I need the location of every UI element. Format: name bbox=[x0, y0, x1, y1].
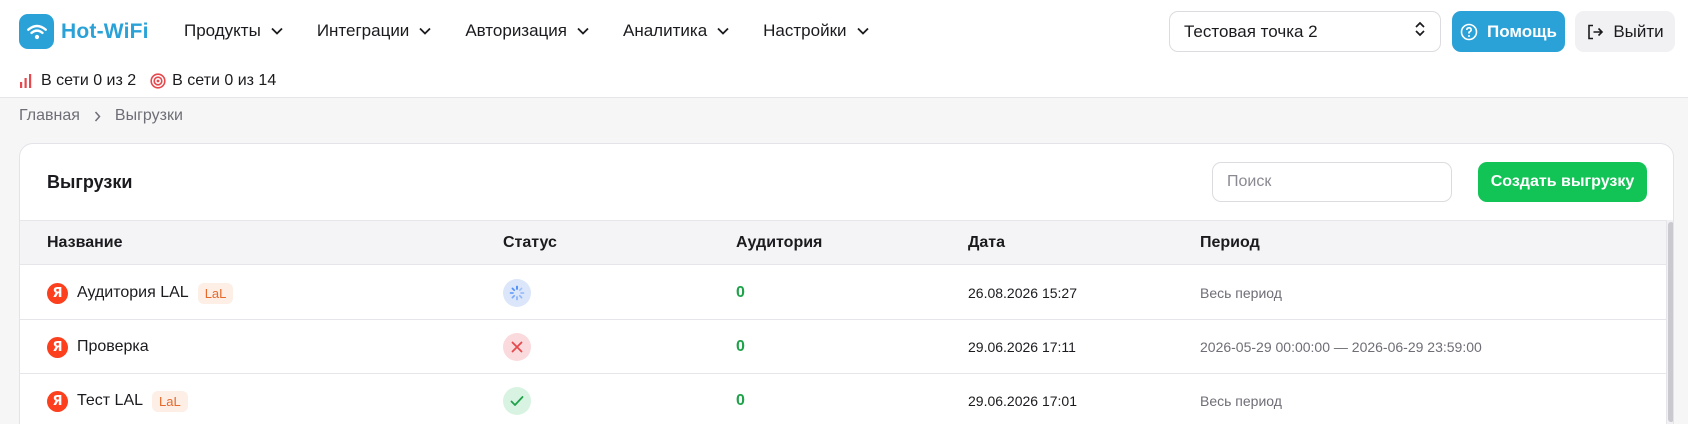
cross-icon bbox=[503, 333, 531, 361]
nav-analytics[interactable]: Аналитика bbox=[623, 21, 729, 41]
exports-card: Выгрузки Создать выгрузку Название Стату… bbox=[19, 143, 1674, 424]
table-row[interactable]: Я Проверка 0 29.06.2026 17:11 2026-05-29… bbox=[20, 320, 1666, 374]
row-audience: 0 bbox=[736, 338, 745, 355]
breadcrumb-home[interactable]: Главная bbox=[19, 107, 80, 125]
column-date[interactable]: Дата bbox=[968, 234, 1005, 252]
nav-products[interactable]: Продукты bbox=[184, 21, 283, 41]
page-title: Выгрузки bbox=[47, 172, 133, 192]
table-row[interactable]: Я Тест LAL LaL 0 29.06.2026 17:01 Весь п… bbox=[20, 374, 1666, 424]
nav-settings[interactable]: Настройки bbox=[763, 21, 869, 41]
lal-badge: LaL bbox=[152, 390, 188, 412]
chevron-down-icon bbox=[577, 27, 589, 35]
row-status bbox=[503, 320, 531, 374]
row-name-text: Проверка bbox=[77, 338, 149, 355]
point-select[interactable]: Тестовая точка 2 bbox=[1169, 11, 1441, 52]
logout-button-label: Выйти bbox=[1613, 21, 1664, 41]
breadcrumb: Главная Выгрузки bbox=[19, 107, 183, 125]
column-name[interactable]: Название bbox=[47, 234, 123, 252]
chevron-down-icon bbox=[717, 27, 729, 35]
lal-badge: LaL bbox=[197, 282, 234, 304]
row-audience: 0 bbox=[736, 392, 745, 409]
network-status: В сети 0 из 2 В сети 0 из 14 bbox=[19, 72, 290, 90]
chevron-down-icon bbox=[271, 27, 283, 35]
row-name: Я Проверка bbox=[47, 320, 149, 374]
chevron-down-icon bbox=[419, 27, 431, 35]
chevron-down-icon bbox=[856, 27, 869, 35]
nav-integrations-label: Интеграции bbox=[316, 21, 410, 40]
search-input[interactable] bbox=[1212, 162, 1452, 202]
column-audience[interactable]: Аудитория bbox=[736, 234, 822, 252]
column-status[interactable]: Статус bbox=[503, 234, 557, 252]
nav-authorization-label: Авторизация bbox=[465, 21, 567, 40]
scrollbar-thumb[interactable] bbox=[1668, 222, 1673, 422]
row-name-text: Аудитория LAL bbox=[77, 284, 189, 301]
row-name: Я Тест LAL LaL bbox=[47, 374, 188, 424]
help-button-label: Помощь bbox=[1487, 21, 1557, 41]
row-date: 29.06.2026 17:11 bbox=[968, 339, 1076, 355]
row-period: Весь период bbox=[1200, 393, 1282, 409]
row-date: 26.08.2026 15:27 bbox=[968, 285, 1077, 301]
radar-icon bbox=[150, 73, 166, 89]
yandex-icon: Я bbox=[47, 282, 68, 304]
nav-products-label: Продукты bbox=[184, 21, 261, 40]
signal-bars-icon bbox=[20, 74, 32, 88]
row-date: 29.06.2026 17:01 bbox=[968, 393, 1077, 409]
row-period: 2026-05-29 00:00:00 — 2026-06-29 23:59:0… bbox=[1200, 339, 1482, 355]
nav-settings-label: Настройки bbox=[763, 21, 847, 40]
create-export-button[interactable]: Создать выгрузку bbox=[1478, 162, 1647, 202]
table-header: Название Статус Аудитория Дата Период bbox=[20, 220, 1666, 265]
nav-analytics-label: Аналитика bbox=[623, 21, 708, 40]
table-scrollbar[interactable] bbox=[1666, 220, 1673, 424]
chevron-up-down-icon bbox=[1414, 21, 1426, 42]
row-period: Весь период bbox=[1200, 285, 1282, 301]
row-audience: 0 bbox=[736, 284, 745, 301]
sensor-status[interactable]: В сети 0 из 14 bbox=[150, 72, 276, 90]
row-name: Я Аудитория LAL LaL bbox=[47, 266, 234, 320]
row-status bbox=[503, 374, 531, 424]
breadcrumb-current: Выгрузки bbox=[114, 107, 183, 124]
help-button[interactable]: Помощь bbox=[1452, 11, 1565, 52]
logout-icon bbox=[1588, 24, 1604, 39]
router-status-text: В сети 0 из 2 bbox=[41, 72, 137, 89]
nav-integrations[interactable]: Интеграции bbox=[317, 21, 432, 41]
sensor-status-text: В сети 0 из 14 bbox=[172, 72, 277, 89]
point-select-value: Тестовая точка 2 bbox=[1184, 21, 1318, 41]
top-bar: Hot-WiFi Продукты Интеграции Авторизация… bbox=[0, 0, 1688, 98]
row-status bbox=[503, 266, 531, 320]
yandex-icon: Я bbox=[47, 336, 68, 358]
logout-button[interactable]: Выйти bbox=[1575, 11, 1675, 52]
column-period[interactable]: Период bbox=[1200, 234, 1260, 252]
logo[interactable]: Hot-WiFi bbox=[19, 14, 149, 49]
chevron-right-icon bbox=[94, 111, 101, 122]
row-name-text: Тест LAL bbox=[77, 392, 144, 409]
spinner-icon bbox=[503, 279, 531, 307]
main-nav: Продукты Интеграции Авторизация Аналитик… bbox=[184, 19, 903, 43]
logo-text: Hot-WiFi bbox=[61, 19, 149, 43]
nav-authorization[interactable]: Авторизация bbox=[465, 21, 589, 41]
router-status[interactable]: В сети 0 из 2 bbox=[19, 72, 136, 90]
table-row[interactable]: Я Аудитория LAL LaL 0 26.08.2026 15:27 В… bbox=[20, 266, 1666, 320]
wifi-logo-icon bbox=[19, 14, 54, 49]
yandex-icon: Я bbox=[47, 390, 68, 412]
check-icon bbox=[503, 387, 531, 415]
help-circle-icon bbox=[1460, 23, 1478, 40]
